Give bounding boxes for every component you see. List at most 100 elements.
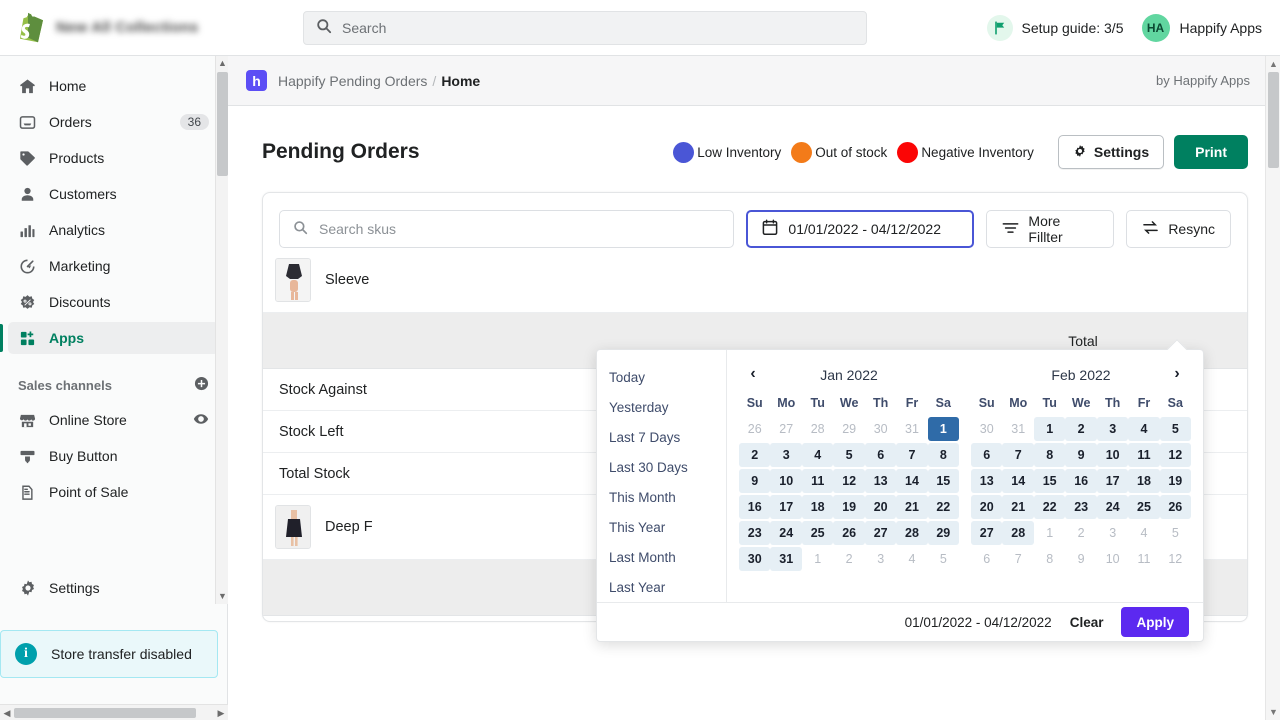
- calendar-day-18[interactable]: 18: [1128, 468, 1160, 494]
- calendar-day-12[interactable]: 12: [1159, 442, 1191, 468]
- calendar-day-12[interactable]: 12: [833, 468, 865, 494]
- sidebar-item-online-store[interactable]: Online Store: [8, 404, 219, 436]
- sidebar-item-point-of-sale[interactable]: Point of Sale: [8, 476, 219, 508]
- scroll-left-icon[interactable]: ◀: [2, 708, 12, 718]
- calendar-day-29[interactable]: 29: [927, 520, 959, 546]
- calendar-day-13[interactable]: 13: [971, 468, 1003, 494]
- apply-button[interactable]: Apply: [1121, 607, 1189, 637]
- calendar-day-4[interactable]: 4: [896, 546, 927, 572]
- calendar-day-11[interactable]: 11: [1128, 442, 1160, 468]
- setup-guide-button[interactable]: Setup guide: 3/5: [986, 14, 1124, 41]
- calendar-day-30[interactable]: 30: [971, 416, 1002, 442]
- preview-store-eye-icon[interactable]: [193, 411, 209, 430]
- calendar-day-27[interactable]: 27: [770, 416, 802, 442]
- calendar-day-9[interactable]: 9: [739, 468, 771, 494]
- table-row[interactable]: Sleeve: [263, 248, 1247, 313]
- calendar-day-6[interactable]: 6: [971, 546, 1002, 572]
- calendar-day-8[interactable]: 8: [927, 442, 959, 468]
- main-vertical-scrollbar[interactable]: ▲ ▼: [1265, 56, 1280, 720]
- calendar-day-16[interactable]: 16: [1065, 468, 1097, 494]
- calendar-day-8[interactable]: 8: [1034, 442, 1066, 468]
- sidebar-item-home[interactable]: Home: [8, 70, 219, 102]
- calendar-day-5[interactable]: 5: [833, 442, 865, 468]
- next-month-icon[interactable]: ›: [1165, 362, 1189, 386]
- calendar-day-24[interactable]: 24: [770, 520, 803, 546]
- calendar-day-17[interactable]: 17: [770, 494, 803, 520]
- calendar-day-15[interactable]: 15: [927, 468, 959, 494]
- calendar-day-4[interactable]: 4: [1128, 520, 1159, 546]
- sidebar-item-marketing[interactable]: Marketing: [8, 250, 219, 282]
- preset-today[interactable]: Today: [597, 362, 726, 392]
- calendar-day-30[interactable]: 30: [865, 416, 896, 442]
- add-channel-icon[interactable]: [194, 376, 209, 394]
- calendar-day-19[interactable]: 19: [833, 494, 865, 520]
- calendar-day-11[interactable]: 11: [802, 468, 834, 494]
- user-menu-button[interactable]: HA Happify Apps: [1141, 13, 1262, 42]
- preset-last-month[interactable]: Last Month: [597, 542, 726, 572]
- preset-this-month[interactable]: This Month: [597, 482, 726, 512]
- calendar-day-26[interactable]: 26: [833, 520, 865, 546]
- calendar-day-27[interactable]: 27: [971, 520, 1003, 546]
- calendar-day-14[interactable]: 14: [1002, 468, 1035, 494]
- calendar-day-11[interactable]: 11: [1128, 546, 1159, 572]
- calendar-day-20[interactable]: 20: [864, 494, 897, 520]
- calendar-day-5[interactable]: 5: [928, 546, 959, 572]
- calendar-day-3[interactable]: 3: [1096, 416, 1129, 442]
- calendar-day-28[interactable]: 28: [896, 520, 928, 546]
- calendar-day-26[interactable]: 26: [1159, 494, 1191, 520]
- calendar-day-8[interactable]: 8: [1034, 546, 1065, 572]
- sidebar-horizontal-scrollbar[interactable]: ◀ ▶: [0, 704, 228, 720]
- scroll-down-icon[interactable]: ▼: [218, 592, 227, 601]
- print-button[interactable]: Print: [1174, 135, 1248, 169]
- calendar-day-31[interactable]: 31: [770, 546, 803, 572]
- calendar-day-23[interactable]: 23: [1065, 494, 1097, 520]
- breadcrumb-app-name[interactable]: Happify Pending Orders: [278, 73, 427, 89]
- calendar-day-17[interactable]: 17: [1096, 468, 1129, 494]
- global-search-input[interactable]: Search: [303, 10, 867, 45]
- calendar-day-2[interactable]: 2: [833, 546, 865, 572]
- calendar-day-10[interactable]: 10: [1097, 546, 1128, 572]
- calendar-day-3[interactable]: 3: [865, 546, 896, 572]
- calendar-day-10[interactable]: 10: [770, 468, 803, 494]
- calendar-day-4[interactable]: 4: [802, 442, 834, 468]
- resync-button[interactable]: Resync: [1126, 210, 1231, 248]
- sidebar-item-settings[interactable]: Settings: [8, 572, 219, 604]
- calendar-day-7[interactable]: 7: [1002, 442, 1035, 468]
- calendar-day-13[interactable]: 13: [864, 468, 897, 494]
- search-skus-input[interactable]: Search skus: [279, 210, 735, 248]
- calendar-day-1[interactable]: 1: [927, 416, 959, 442]
- calendar-day-28[interactable]: 28: [802, 416, 833, 442]
- calendar-day-29[interactable]: 29: [833, 416, 865, 442]
- calendar-day-3[interactable]: 3: [1097, 520, 1128, 546]
- preset-this-year[interactable]: This Year: [597, 512, 726, 542]
- sidebar-item-buy-button[interactable]: Buy Button: [8, 440, 219, 472]
- calendar-day-16[interactable]: 16: [739, 494, 771, 520]
- store-brand[interactable]: New All Collections: [0, 12, 290, 44]
- settings-button[interactable]: Settings: [1057, 135, 1165, 169]
- sidebar-item-analytics[interactable]: Analytics: [8, 214, 219, 246]
- calendar-day-14[interactable]: 14: [896, 468, 928, 494]
- calendar-day-9[interactable]: 9: [1065, 546, 1097, 572]
- calendar-day-20[interactable]: 20: [971, 494, 1003, 520]
- scrollbar-thumb[interactable]: [217, 72, 228, 176]
- store-transfer-banner[interactable]: i Store transfer disabled: [0, 630, 218, 678]
- preset-last-30-days[interactable]: Last 30 Days: [597, 452, 726, 482]
- clear-button[interactable]: Clear: [1070, 615, 1104, 630]
- calendar-day-4[interactable]: 4: [1128, 416, 1160, 442]
- calendar-day-15[interactable]: 15: [1034, 468, 1066, 494]
- calendar-day-18[interactable]: 18: [802, 494, 834, 520]
- preset-last-year[interactable]: Last Year: [597, 572, 726, 602]
- calendar-day-27[interactable]: 27: [864, 520, 897, 546]
- calendar-day-26[interactable]: 26: [739, 416, 770, 442]
- sidebar-item-products[interactable]: Products: [8, 142, 219, 174]
- preset-last-7-days[interactable]: Last 7 Days: [597, 422, 726, 452]
- calendar-day-7[interactable]: 7: [896, 442, 928, 468]
- scroll-down-icon[interactable]: ▼: [1269, 707, 1278, 717]
- calendar-day-2[interactable]: 2: [1065, 520, 1097, 546]
- calendar-day-3[interactable]: 3: [770, 442, 803, 468]
- sidebar-item-apps[interactable]: Apps: [0, 322, 219, 354]
- calendar-day-22[interactable]: 22: [927, 494, 959, 520]
- calendar-day-2[interactable]: 2: [1065, 416, 1097, 442]
- calendar-day-9[interactable]: 9: [1065, 442, 1097, 468]
- calendar-day-23[interactable]: 23: [739, 520, 771, 546]
